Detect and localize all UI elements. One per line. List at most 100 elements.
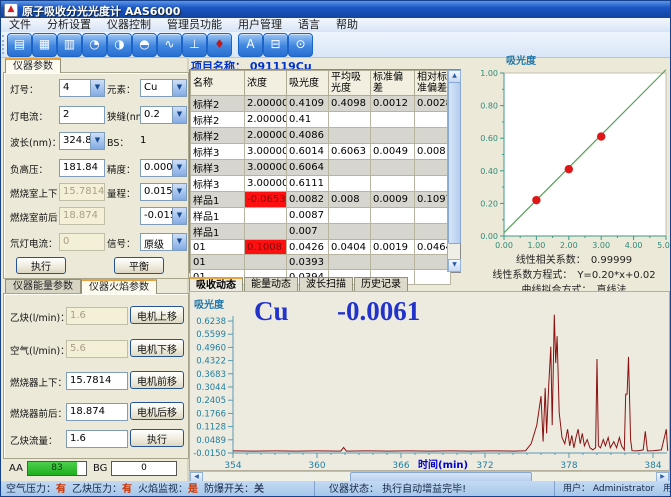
chevron-down-icon[interactable]: ▼ (172, 234, 186, 250)
svg-text:0.00: 0.00 (480, 232, 498, 241)
chevron-down-icon[interactable]: ▼ (172, 208, 186, 224)
auto-zero-icon[interactable]: A (238, 33, 263, 57)
correlation-value: 0.99999 (591, 255, 632, 266)
svg-text:-0.0150: -0.0150 (193, 449, 226, 459)
cell-avg-absorbance (329, 160, 371, 176)
table-row[interactable]: 标样33.000000.60140.60630.00490.008 (191, 144, 451, 160)
table-scroll-thumb[interactable] (448, 82, 461, 244)
table-row[interactable]: 标样33.000000.6111 (191, 176, 451, 192)
chevron-down-icon[interactable]: ▼ (172, 160, 186, 176)
table-row[interactable]: 样品10.007 (191, 224, 451, 240)
menu-user-management[interactable]: 用户管理 (230, 18, 290, 32)
chevron-down-icon[interactable]: ▼ (172, 80, 186, 96)
bg-label: BG (93, 463, 107, 474)
wavelength-scan-icon[interactable]: ∿ (157, 33, 182, 57)
flame-ignite-icon[interactable]: ♦ (207, 33, 232, 57)
motor-button[interactable]: 执行 (130, 429, 184, 447)
motor-button[interactable]: 电机后移 (130, 402, 184, 420)
menu-file[interactable]: 文件 (1, 18, 39, 32)
new-file-icon[interactable]: ▤ (7, 33, 32, 57)
chevron-down-icon[interactable]: ▼ (172, 107, 186, 123)
flame-param-input[interactable]: 15.7814 (66, 372, 128, 390)
column-header[interactable]: 相对标准偏差 (415, 71, 451, 96)
cell-std-dev (371, 160, 415, 176)
svg-text:0.6238: 0.6238 (196, 317, 226, 327)
execute-button[interactable]: 执行 (16, 257, 66, 274)
param-combo[interactable]: 0.2▼ (140, 106, 187, 124)
gain-meter-icon[interactable]: ◓ (132, 33, 157, 57)
balance-button[interactable]: 平衡 (114, 257, 164, 274)
param-combo[interactable]: 324.8▼ (59, 132, 105, 150)
signal-row: AA 83 BG 0 (1, 460, 187, 477)
param-combo[interactable]: -0.0150▼ (140, 207, 187, 225)
results-table[interactable]: 名称浓度吸光度平均吸光度标准偏差相对标准偏差标样22.000000.41090.… (190, 70, 451, 285)
param-combo[interactable]: 0.0150▼ (140, 183, 187, 201)
menu-admin-functions[interactable]: 管理员功能 (159, 18, 230, 32)
chevron-down-icon[interactable]: ▼ (172, 184, 186, 200)
tab-instrument-params[interactable]: 仪器参数 (5, 58, 61, 73)
tab-flame-params[interactable]: 仪器火焰参数 (81, 279, 157, 294)
menu-language[interactable]: 语言 (290, 18, 328, 32)
table-row[interactable]: 010.10080.04260.04040.00190.0464 (191, 240, 451, 255)
table-vertical-scrollbar[interactable]: ▲ ▼ (447, 70, 460, 272)
svg-text:0.4960: 0.4960 (196, 343, 226, 353)
chevron-down-icon[interactable]: ▼ (90, 80, 104, 96)
svg-text:2.00: 2.00 (560, 241, 578, 249)
field-value: 324.8 (63, 135, 92, 146)
tab-absorption-dynamic[interactable]: 吸收动态 (189, 277, 243, 291)
chevron-down-icon[interactable]: ▼ (90, 133, 104, 149)
motor-button[interactable]: 电机下移 (130, 339, 184, 357)
menu-analysis-settings[interactable]: 分析设置 (39, 18, 99, 32)
param-row: 灯号：4▼元素：Cu▼ (4, 79, 188, 97)
menu-help[interactable]: 帮助 (328, 18, 366, 32)
table-row[interactable]: 标样22.000000.4086 (191, 128, 451, 144)
tab-energy-dynamic[interactable]: 能量动态 (244, 277, 298, 291)
cell-name: 样品1 (191, 208, 245, 224)
save-file-icon[interactable]: ▥ (57, 33, 82, 57)
param-combo[interactable]: 原级▼ (140, 233, 187, 251)
flame-param-input[interactable]: 18.874 (66, 403, 128, 421)
calibration-chart: 吸光度0.000.200.400.600.801.000.001.002.003… (476, 53, 671, 253)
cell-concentration (245, 255, 287, 270)
param-combo[interactable]: Cu▼ (140, 79, 187, 97)
table-row[interactable]: 标样22.000000.41 (191, 112, 451, 128)
svg-text:3.00: 3.00 (592, 241, 610, 249)
param-combo[interactable]: 4▼ (59, 79, 105, 97)
column-header[interactable]: 标准偏差 (371, 71, 415, 96)
param-input[interactable]: 181.84 (59, 159, 105, 177)
table-row[interactable]: 010.0393 (191, 255, 451, 270)
cell-rel-std-dev: 0.008 (415, 144, 451, 160)
cell-std-dev (371, 128, 415, 144)
open-file-icon[interactable]: ▦ (32, 33, 57, 57)
column-header[interactable]: 名称 (191, 71, 245, 96)
status-bar: 空气压力：有乙炔压力：有火焰监视：是防爆开关：关 仪器状态： 执行自动增益完毕!… (1, 481, 671, 497)
menu-instrument-control[interactable]: 仪器控制 (99, 18, 159, 32)
motor-button[interactable]: 电机前移 (130, 371, 184, 389)
param-input[interactable]: 2 (59, 106, 105, 124)
flame-param-input[interactable]: 1.6 (66, 430, 128, 448)
energy-meter-icon[interactable]: ◑ (107, 33, 132, 57)
column-header[interactable]: 浓度 (245, 71, 287, 96)
power-icon[interactable]: ⊙ (288, 33, 313, 57)
motor-button[interactable]: 电机上移 (130, 306, 184, 324)
burner-align-icon[interactable]: ⊥ (182, 33, 207, 57)
app-window: ▲ 原子吸收分光光度计 AAS6000 文件分析设置仪器控制管理员功能用户管理语… (0, 0, 671, 497)
column-header[interactable]: 平均吸光度 (329, 71, 371, 96)
cell-absorbance: 0.0426 (287, 240, 329, 255)
table-row[interactable]: 标样22.000000.41090.40980.00120.0028 (191, 96, 451, 112)
instrument-status-label: 仪器状态： (329, 484, 379, 495)
table-row[interactable]: 标样33.000000.6064 (191, 160, 451, 176)
tab-wavelength-scan[interactable]: 波长扫描 (299, 277, 353, 291)
table-row[interactable]: 样品1-0.06530.00820.0080.00090.1097 (191, 192, 451, 208)
scroll-down-icon[interactable]: ▼ (448, 259, 461, 272)
tab-history[interactable]: 历史记录 (354, 277, 408, 291)
tab-energy-params[interactable]: 仪器能量参数 (5, 279, 81, 294)
column-header[interactable]: 吸光度 (287, 71, 329, 96)
param-combo[interactable]: 0.0000▼ (140, 159, 187, 177)
lamp-meter-icon[interactable]: ◔ (82, 33, 107, 57)
svg-text:0.80: 0.80 (480, 102, 498, 111)
svg-text:0.40: 0.40 (480, 167, 498, 176)
table-row[interactable]: 样品10.0087 (191, 208, 451, 224)
lamp-position-icon[interactable]: ⊟ (263, 33, 288, 57)
param-row: 波长(nm)：324.8▼BS：1 (4, 132, 188, 150)
